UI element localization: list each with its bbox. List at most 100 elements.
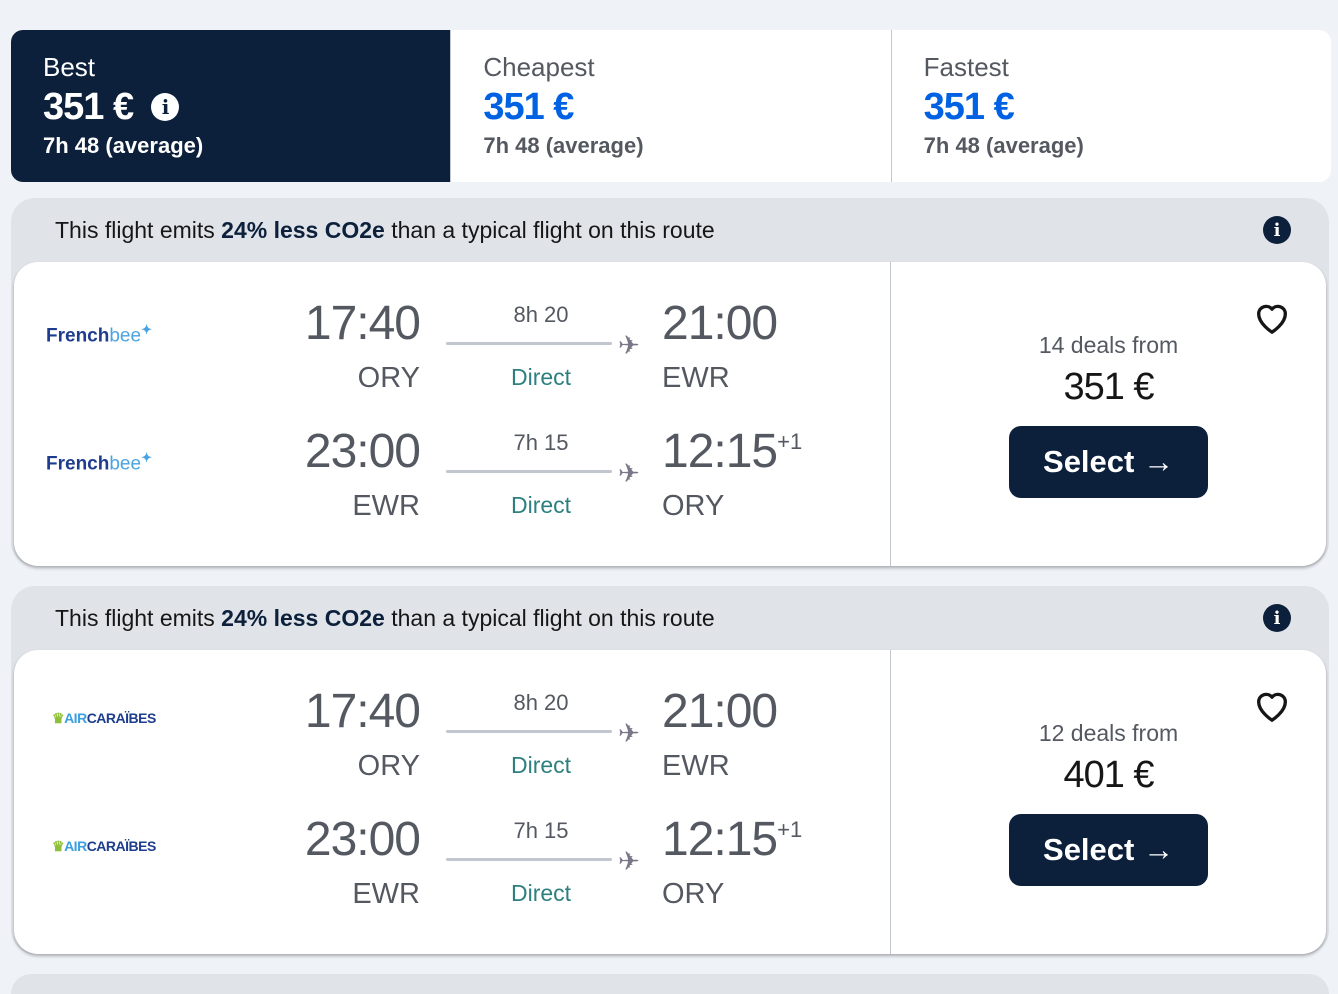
day-offset: +1 xyxy=(777,429,803,454)
logo-part: ✦ xyxy=(141,322,152,337)
arrival-time-value: 12:15 xyxy=(662,425,778,478)
day-offset: +1 xyxy=(777,817,803,842)
arrival-time: 21:00 xyxy=(662,684,778,739)
leg-duration: 8h 20 xyxy=(513,302,569,327)
eco-highlight: 24% less CO2e xyxy=(221,604,385,631)
leg-duration: 8h 20 xyxy=(513,690,569,715)
logo-part: AIR xyxy=(64,710,87,726)
tab-label: Fastest xyxy=(923,52,1009,82)
route-line xyxy=(446,730,612,733)
arrival-time: 12:15+1 xyxy=(662,812,802,867)
route-line xyxy=(446,342,612,345)
plane-icon: ✈ xyxy=(618,458,640,488)
airline-logo-frenchbee: Frenchbee✦ xyxy=(46,450,152,475)
logo-part: bee xyxy=(109,325,142,347)
route-line xyxy=(446,858,612,861)
plane-icon: ✈ xyxy=(618,330,640,360)
tab-best[interactable]: Best 351 € i 7h 48 (average) xyxy=(11,30,451,182)
arrival-time: 21:00 xyxy=(662,296,778,351)
eco-text: This flight emits 24% less CO2e than a t… xyxy=(55,605,715,632)
tab-duration: 7h 48 (average) xyxy=(923,133,1084,158)
departure-time: 17:40 xyxy=(304,685,421,738)
eco-banner: This flight emits 24% less CO2e than a t… xyxy=(11,586,1329,650)
eco-banner: This flight emits 24% less CO2e than a t… xyxy=(11,198,1329,262)
price-panel: 12 deals from 401 € Select → xyxy=(891,650,1326,954)
tab-price: 351 € xyxy=(43,86,134,128)
departure-time: 17:40 xyxy=(304,297,421,350)
stops-label: Direct xyxy=(510,752,572,778)
departure-time: 23:00 xyxy=(304,813,421,866)
tab-fastest[interactable]: Fastest 351 € 7h 48 (average) xyxy=(890,30,1331,182)
eco-text: This flight emits 24% less CO2e than a t… xyxy=(55,217,715,244)
result-card: This flight emits 24% less CO2e than a t… xyxy=(11,586,1329,954)
departure-time: 23:00 xyxy=(304,425,421,478)
arrival-airport: ORY xyxy=(662,490,725,522)
tab-label: Cheapest xyxy=(483,52,595,82)
logo-part: bee xyxy=(109,453,142,475)
eco-suffix: than a typical flight on this route xyxy=(384,216,715,243)
price-panel: 14 deals from 351 € Select → xyxy=(891,262,1326,566)
logo-part: French xyxy=(46,453,110,475)
price: 351 € xyxy=(1063,366,1154,408)
outbound-leg: Frenchbee✦ 17:40 ORY 8h 20 ✈ Direct 21:0… xyxy=(14,274,890,402)
airline-logo-aircaraibes: ♛AIRCARAÏBES xyxy=(52,838,156,855)
arrival-airport: EWR xyxy=(662,362,730,394)
flight-card[interactable]: ♛AIRCARAÏBES 17:40 ORY 8h 20 ✈ Direct 21… xyxy=(14,650,1326,954)
route-line xyxy=(446,470,612,473)
departure-airport: ORY xyxy=(357,362,420,394)
plane-icon: ✈ xyxy=(618,718,640,748)
result-card: This flight emits 24% less CO2e than a t… xyxy=(11,198,1329,566)
deals-count: 12 deals from xyxy=(1038,720,1179,746)
eco-prefix: This flight emits xyxy=(55,216,222,243)
leg-duration: 7h 15 xyxy=(513,818,569,843)
return-leg: Frenchbee✦ 23:00 EWR 7h 15 ✈ Direct 12:1… xyxy=(14,402,890,530)
arrival-time: 12:15+1 xyxy=(662,424,802,479)
info-icon[interactable]: i xyxy=(1263,604,1291,632)
tab-cheapest[interactable]: Cheapest 351 € 7h 48 (average) xyxy=(450,30,890,182)
logo-part: CARAÏBES xyxy=(86,838,157,854)
tab-price: 351 € xyxy=(483,86,574,128)
airline-logo-aircaraibes: ♛AIRCARAÏBES xyxy=(52,710,156,727)
flight-card[interactable]: Frenchbee✦ 17:40 ORY 8h 20 ✈ Direct 21:0… xyxy=(14,262,1326,566)
departure-airport: EWR xyxy=(352,878,420,910)
next-result-card xyxy=(11,974,1329,994)
airline-logo-frenchbee: Frenchbee✦ xyxy=(46,322,152,347)
plane-icon: ✈ xyxy=(618,846,640,876)
leg-duration: 7h 15 xyxy=(513,430,569,455)
stops-label: Direct xyxy=(510,364,572,390)
tab-price-row: 351 € i xyxy=(43,82,418,132)
info-icon[interactable]: i xyxy=(151,93,180,121)
tab-duration: 7h 48 (average) xyxy=(43,133,204,158)
departure-airport: ORY xyxy=(357,750,420,782)
tab-duration: 7h 48 (average) xyxy=(483,133,644,158)
stops-label: Direct xyxy=(510,492,572,518)
return-leg: ♛AIRCARAÏBES 23:00 EWR 7h 15 ✈ Direct 12… xyxy=(14,790,890,918)
logo-part: French xyxy=(46,325,110,347)
info-icon[interactable]: i xyxy=(1263,216,1291,244)
logo-part: AIR xyxy=(64,838,87,854)
eco-highlight: 24% less CO2e xyxy=(221,216,385,243)
itinerary: ♛AIRCARAÏBES 17:40 ORY 8h 20 ✈ Direct 21… xyxy=(14,650,891,954)
price: 401 € xyxy=(1063,754,1154,796)
select-button[interactable]: Select → xyxy=(1009,426,1208,498)
itinerary: Frenchbee✦ 17:40 ORY 8h 20 ✈ Direct 21:0… xyxy=(14,262,891,566)
stops-label: Direct xyxy=(510,880,572,906)
eco-prefix: This flight emits xyxy=(55,604,222,631)
select-button[interactable]: Select → xyxy=(1009,814,1208,886)
departure-airport: EWR xyxy=(352,490,420,522)
deals-count: 14 deals from xyxy=(1038,332,1179,358)
arrival-time-value: 12:15 xyxy=(662,813,778,866)
arrival-time-value: 21:00 xyxy=(662,297,778,350)
logo-part: ♛ xyxy=(52,838,65,854)
sort-tabs: Best 351 € i 7h 48 (average) Cheapest 351… xyxy=(11,30,1331,182)
tab-label: Best xyxy=(43,52,96,82)
logo-part: ♛ xyxy=(52,710,65,726)
arrival-airport: ORY xyxy=(662,878,725,910)
logo-part: CARAÏBES xyxy=(86,710,157,726)
arrival-time-value: 21:00 xyxy=(662,685,778,738)
outbound-leg: ♛AIRCARAÏBES 17:40 ORY 8h 20 ✈ Direct 21… xyxy=(14,662,890,790)
logo-part: ✦ xyxy=(141,450,152,465)
arrival-airport: EWR xyxy=(662,750,730,782)
eco-suffix: than a typical flight on this route xyxy=(384,604,715,631)
tab-price: 351 € xyxy=(923,86,1015,128)
